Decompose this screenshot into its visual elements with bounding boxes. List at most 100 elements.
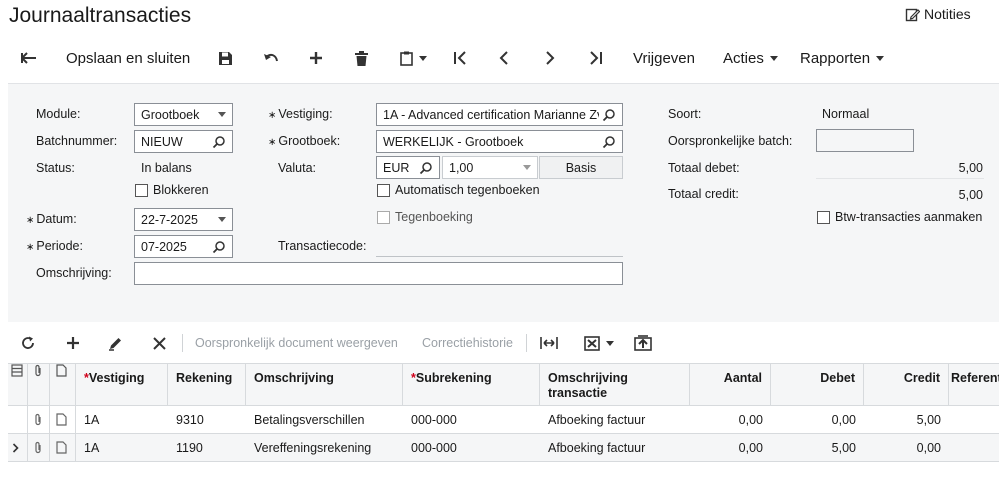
back-button[interactable]: [20, 38, 38, 78]
col-credit[interactable]: Credit: [864, 364, 949, 405]
col-branch[interactable]: * Vestiging: [76, 364, 168, 405]
refresh-button[interactable]: [21, 328, 35, 358]
cell-subaccount[interactable]: 000-000: [403, 406, 540, 433]
currency-value: EUR: [383, 160, 410, 175]
reports-menu[interactable]: Rapporten: [800, 38, 885, 78]
period-label: ∗ Periode:: [26, 239, 83, 253]
delete-button[interactable]: [355, 38, 368, 78]
cell-debit[interactable]: 5,00: [771, 434, 864, 461]
cell-credit[interactable]: 5,00: [864, 406, 949, 433]
cell-branch[interactable]: 1A: [76, 406, 168, 433]
cell-branch[interactable]: 1A: [76, 434, 168, 461]
cell-qty[interactable]: 0,00: [690, 434, 771, 461]
chevron-left-icon: [499, 51, 508, 65]
export-excel-dropdown[interactable]: [584, 328, 614, 358]
vat-checkbox[interactable]: Btw-transacties aanmaken: [817, 210, 982, 224]
col-account[interactable]: Rekening: [168, 364, 246, 405]
trans-code-field: [376, 256, 623, 257]
col-selector[interactable]: [8, 364, 28, 405]
paste-dropdown[interactable]: [400, 38, 427, 78]
notes-button[interactable]: Notities: [905, 6, 971, 22]
grid-edit-button[interactable]: [108, 328, 123, 358]
add-button[interactable]: [309, 38, 323, 78]
cell-qty[interactable]: 0,00: [690, 406, 771, 433]
cell-account[interactable]: 1190: [168, 434, 246, 461]
corr-history-button[interactable]: Correctiehistorie: [422, 328, 513, 358]
col-attachment[interactable]: [28, 364, 50, 405]
cell-subaccount[interactable]: 000-000: [403, 434, 540, 461]
cell-description[interactable]: Betalingsverschillen: [246, 406, 403, 433]
chevron-down-icon: [419, 55, 427, 61]
cell-credit[interactable]: 0,00: [864, 434, 949, 461]
col-qty[interactable]: Aantal: [690, 364, 771, 405]
release-button[interactable]: Vrijgeven: [633, 38, 695, 78]
branch-label: ∗ Vestiging:: [268, 107, 333, 121]
row-note[interactable]: [50, 434, 76, 461]
upload-button[interactable]: [634, 328, 652, 358]
row-note[interactable]: [50, 406, 76, 433]
row-selector[interactable]: [8, 406, 28, 433]
note-icon: [56, 413, 67, 426]
total-credit-label: Totaal credit:: [668, 187, 739, 201]
description-input[interactable]: [134, 262, 623, 285]
ledger-input[interactable]: WERKELIJK - Grootboek: [376, 130, 623, 153]
row-attachment[interactable]: [28, 406, 50, 433]
auto-reverse-label: Automatisch tegenboeken: [395, 183, 540, 197]
save-button[interactable]: [218, 38, 233, 78]
vat-label: Btw-transacties aanmaken: [835, 210, 983, 224]
cell-account[interactable]: 9310: [168, 406, 246, 433]
prev-record-button[interactable]: [499, 38, 509, 78]
cell-description[interactable]: Vereffeningsrekening: [246, 434, 403, 461]
period-value: 07-2025: [141, 239, 187, 254]
cell-debit[interactable]: 0,00: [771, 406, 864, 433]
branch-input[interactable]: 1A - Advanced certification Marianne Zv: [376, 103, 623, 126]
checkbox-box[interactable]: [135, 183, 148, 197]
pencil-icon: [109, 337, 121, 351]
first-record-button[interactable]: [453, 38, 467, 78]
grid-delete-button[interactable]: [153, 328, 166, 358]
block-checkbox[interactable]: Blokkeren: [135, 183, 209, 197]
currency-input[interactable]: EUR: [376, 156, 440, 179]
fit-columns-button[interactable]: [540, 328, 558, 358]
checkbox-box[interactable]: [817, 210, 830, 224]
basis-button[interactable]: Basis: [539, 156, 623, 179]
fit-width-icon: [540, 337, 558, 349]
last-record-button[interactable]: [589, 38, 603, 78]
col-subaccount[interactable]: * Subrekening: [403, 364, 540, 405]
reversal-checkbox[interactable]: Tegenboeking: [377, 210, 473, 224]
chevron-down-icon: [523, 165, 531, 170]
table-row[interactable]: 1A 1190 Vereffeningsrekening 000-000 Afb…: [8, 434, 999, 462]
excel-icon: [584, 335, 600, 351]
paperclip-icon: [35, 413, 41, 426]
total-debit-label: Totaal debet:: [668, 161, 740, 175]
table-row[interactable]: 1A 9310 Betalingsverschillen 000-000 Afb…: [8, 406, 999, 434]
type-label: Soort:: [668, 107, 702, 121]
grid-add-button[interactable]: [66, 328, 80, 358]
row-selector[interactable]: [8, 434, 28, 461]
checkbox-box[interactable]: [377, 183, 390, 197]
orig-doc-button[interactable]: Oorspronkelijk document weergeven: [195, 328, 398, 358]
date-picker[interactable]: 22-7-2025: [134, 208, 233, 231]
col-ref[interactable]: Referent: [949, 364, 999, 405]
rate-select[interactable]: 1,00: [442, 156, 538, 179]
checkbox-box[interactable]: [377, 210, 390, 224]
last-icon: [590, 51, 602, 65]
orig-batch-field: [816, 129, 914, 152]
save-close-button[interactable]: Opslaan en sluiten: [66, 38, 190, 78]
col-note[interactable]: [50, 364, 76, 405]
period-input[interactable]: 07-2025: [134, 235, 233, 258]
cell-trans-desc[interactable]: Afboeking factuur: [540, 434, 690, 461]
cell-trans-desc[interactable]: Afboeking factuur: [540, 406, 690, 433]
col-trans-desc[interactable]: Omschrijving transactie: [540, 364, 690, 405]
actions-menu[interactable]: Acties: [723, 38, 778, 78]
undo-button[interactable]: [263, 38, 279, 78]
row-attachment[interactable]: [28, 434, 50, 461]
next-record-button[interactable]: [545, 38, 555, 78]
module-select[interactable]: Grootboek: [134, 103, 233, 126]
period-label-text: Periode:: [36, 239, 83, 253]
col-description[interactable]: Omschrijving: [246, 364, 403, 405]
search-icon: [602, 108, 615, 121]
col-debit[interactable]: Debet: [771, 364, 864, 405]
auto-reverse-checkbox[interactable]: Automatisch tegenboeken: [377, 183, 540, 197]
batch-input[interactable]: NIEUW: [134, 130, 233, 153]
